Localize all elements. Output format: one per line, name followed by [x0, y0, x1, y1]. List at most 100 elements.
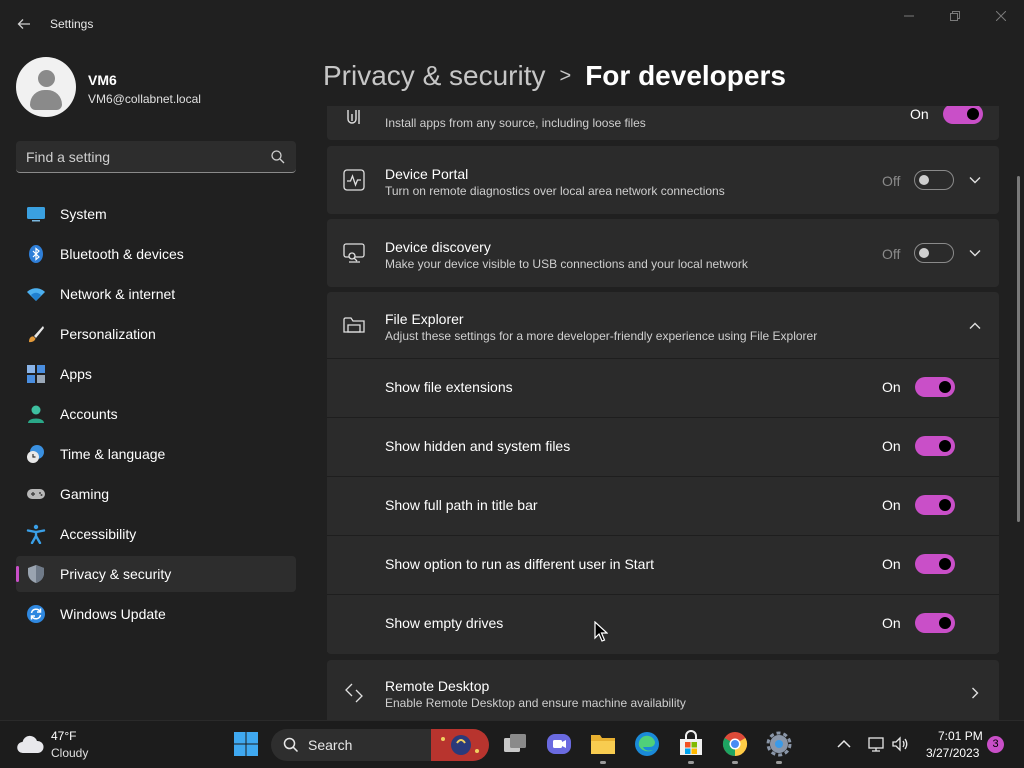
setting-description: Turn on remote diagnostics over local ar… [385, 184, 725, 198]
sidebar-item-label: Privacy & security [60, 566, 172, 582]
search-icon[interactable] [270, 149, 286, 165]
sidebar-item-system[interactable]: System [16, 196, 296, 232]
close-button[interactable] [978, 6, 1024, 28]
sidebar-item-time-language[interactable]: Time & language [16, 436, 296, 472]
page-title: For developers [585, 60, 786, 91]
breadcrumb-separator: > [559, 64, 572, 87]
brush-icon [29, 326, 44, 343]
device-portal-toggle[interactable] [914, 170, 954, 190]
sidebar-item-label: Time & language [60, 446, 166, 462]
network-icon[interactable] [867, 735, 885, 753]
file-explorer-option[interactable]: Show full path in title bar On [327, 476, 999, 534]
toggle-state-label: On [882, 615, 901, 631]
device-portal-icon [343, 169, 365, 191]
show-full-path-toggle[interactable] [915, 495, 955, 515]
toggle-knob [939, 617, 951, 629]
maximize-button[interactable] [932, 6, 978, 28]
toggle-knob [919, 248, 929, 258]
search-input[interactable] [26, 141, 266, 172]
setting-device-portal[interactable]: Device Portal Turn on remote diagnostics… [327, 146, 999, 214]
file-explorer-option[interactable]: Show file extensions On [327, 358, 999, 416]
close-icon [995, 10, 1007, 22]
file-explorer-option[interactable]: Show empty drives On [327, 594, 999, 652]
wifi-icon [27, 288, 45, 301]
option-label: Show option to run as different user in … [385, 556, 655, 572]
option-label: Show file extensions [385, 379, 513, 395]
chrome-button[interactable] [721, 730, 749, 764]
sidebar-item-gaming[interactable]: Gaming [16, 476, 296, 512]
show-hidden-files-toggle[interactable] [915, 436, 955, 456]
search-icon [283, 737, 299, 753]
file-explorer-button[interactable] [589, 730, 617, 764]
sidebar-item-windows-update[interactable]: Windows Update [16, 596, 296, 632]
clock-date[interactable]: 3/27/2023 [926, 746, 979, 760]
start-icon [234, 732, 258, 756]
developer-mode-toggle[interactable] [943, 106, 983, 124]
running-indicator [776, 761, 782, 764]
file-explorer-icon [591, 735, 615, 754]
sidebar-item-label: Accessibility [60, 526, 137, 542]
sidebar-item-accounts[interactable]: Accounts [16, 396, 296, 432]
shield-icon [28, 565, 44, 583]
running-indicator [600, 761, 606, 764]
minimize-button[interactable] [886, 6, 932, 28]
clock-time[interactable]: 7:01 PM [938, 729, 983, 743]
task-view-button[interactable] [501, 730, 529, 758]
start-button[interactable] [232, 730, 260, 758]
chevron-up-icon[interactable] [968, 319, 982, 333]
sidebar-item-label: Gaming [60, 486, 110, 502]
sidebar-item-accessibility[interactable]: Accessibility [16, 516, 296, 552]
setting-title: File Explorer [385, 311, 464, 327]
cloud-icon[interactable] [16, 733, 44, 755]
setting-developer-mode[interactable]: Install apps from any source, including … [327, 106, 999, 140]
show-file-extensions-toggle[interactable] [915, 377, 955, 397]
user-email: VM6@collabnet.local [88, 92, 201, 106]
sidebar-item-label: Windows Update [60, 606, 166, 622]
teams-chat-button[interactable] [545, 730, 573, 758]
taskbar-search[interactable]: Search [271, 729, 489, 761]
breadcrumb-parent[interactable]: Privacy & security [323, 60, 546, 92]
update-icon [27, 605, 45, 623]
chevron-down-icon[interactable] [968, 246, 982, 260]
chevron-up-icon[interactable] [835, 735, 853, 753]
app-title: Settings [50, 17, 94, 31]
toggle-state-label: On [882, 438, 901, 454]
edge-button[interactable] [633, 730, 661, 758]
run-as-different-user-toggle[interactable] [915, 554, 955, 574]
file-explorer-header[interactable]: File Explorer Adjust these settings for … [327, 292, 999, 358]
setting-description: Make your device visible to USB connecti… [385, 257, 748, 271]
weather-temperature[interactable]: 47°F [51, 729, 76, 743]
sidebar-item-personalization[interactable]: Personalization [16, 316, 296, 352]
settings-app-button[interactable] [765, 730, 793, 764]
file-explorer-option[interactable]: Show option to run as different user in … [327, 535, 999, 593]
breadcrumb: Privacy & security > For developers [323, 58, 786, 94]
notification-badge[interactable]: 3 [987, 736, 1004, 753]
search-box[interactable] [16, 141, 296, 173]
chevron-down-icon[interactable] [968, 173, 982, 187]
file-explorer-option[interactable]: Show hidden and system files On [327, 417, 999, 475]
sidebar-item-network[interactable]: Network & internet [16, 276, 296, 312]
running-indicator [688, 761, 694, 764]
minimize-icon [904, 15, 914, 17]
store-icon [680, 730, 702, 755]
content-scrollbar[interactable] [1017, 176, 1020, 522]
sidebar-item-label: Personalization [60, 326, 156, 342]
sidebar-item-bluetooth[interactable]: Bluetooth & devices [16, 236, 296, 272]
remote-desktop-icon [345, 683, 363, 703]
setting-device-discovery[interactable]: Device discovery Make your device visibl… [327, 219, 999, 287]
search-highlight-image [431, 729, 489, 761]
setting-remote-desktop[interactable]: Remote Desktop Enable Remote Desktop and… [327, 660, 999, 720]
avatar[interactable] [16, 57, 76, 117]
volume-icon[interactable] [891, 735, 909, 753]
sidebar-item-apps[interactable]: Apps [16, 356, 296, 392]
back-arrow-icon [17, 19, 30, 29]
weather-condition[interactable]: Cloudy [51, 746, 88, 760]
sidebar-item-privacy-security[interactable]: Privacy & security [16, 556, 296, 592]
taskbar: 47°F Cloudy Search 7:01 PM 3/27/2023 3 [0, 720, 1024, 768]
chevron-right-icon[interactable] [968, 686, 982, 700]
back-button[interactable] [12, 12, 36, 36]
device-discovery-toggle[interactable] [914, 243, 954, 263]
teams-chat-icon [547, 734, 571, 754]
show-empty-drives-toggle[interactable] [915, 613, 955, 633]
store-button[interactable] [677, 730, 705, 764]
